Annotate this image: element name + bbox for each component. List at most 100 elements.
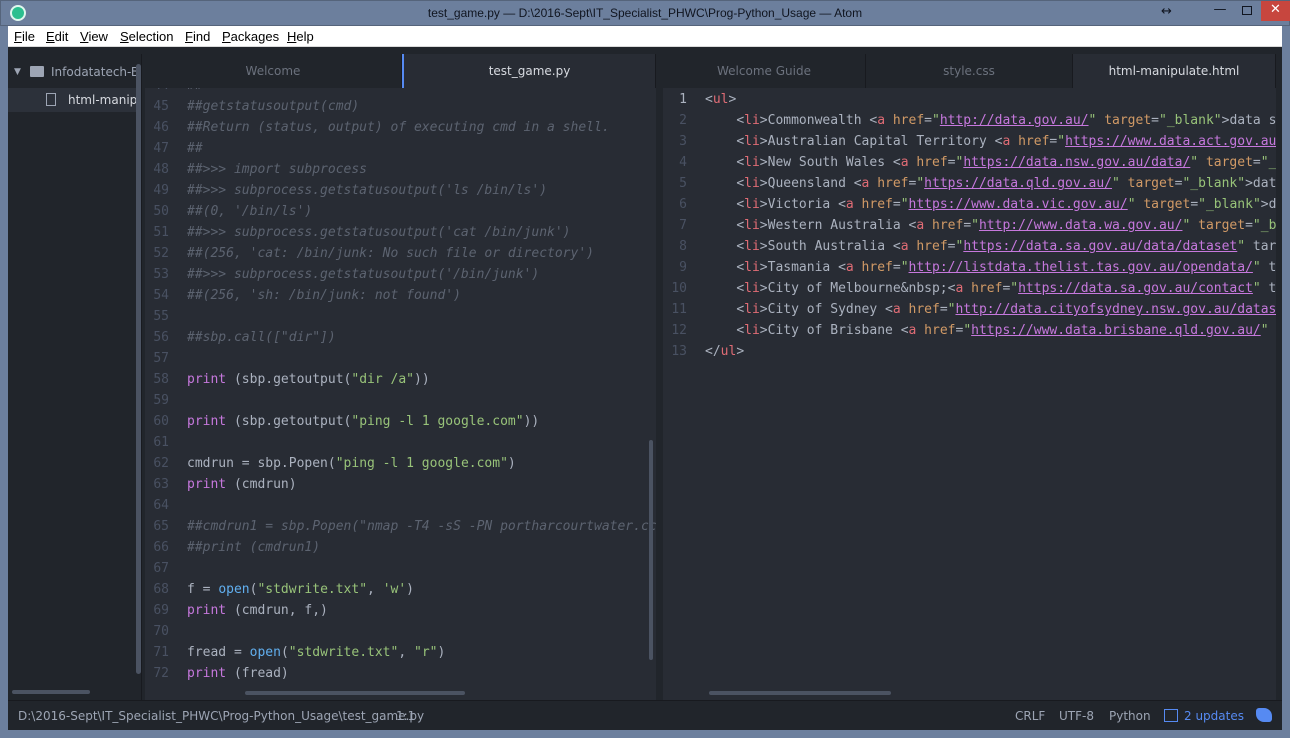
python-code-line[interactable]: 58 print (sbp.getoutput("dir /a"))	[145, 369, 429, 390]
python-code-line[interactable]: 59	[145, 390, 187, 411]
html-code-line[interactable]: 3 <li>Australian Capital Territory <a hr…	[663, 131, 1276, 152]
chevron-down-icon[interactable]: ▼	[14, 60, 21, 84]
line-ending[interactable]: CRLF	[1015, 709, 1045, 723]
menu-selection[interactable]: Selection	[120, 29, 173, 44]
python-code-line[interactable]: 62 cmdrun = sbp.Popen("ping -l 1 google.c…	[145, 453, 515, 474]
tab-welcome-guide[interactable]: Welcome Guide	[663, 54, 866, 88]
title-bar: test_game.py — D:\2016-Sept\IT_Specialis…	[0, 0, 1290, 26]
minimize-button[interactable]: —	[1207, 1, 1233, 21]
html-code-editor[interactable]: 1 <ul> 2 <li>Commonwealth <a href="http://…	[663, 88, 1276, 700]
line-number: 56	[153, 330, 169, 345]
python-code-line[interactable]: 53 ##>>> subprocess.getstatusoutput('/bin…	[145, 264, 539, 285]
tab-style-css[interactable]: style.css	[866, 54, 1073, 88]
python-code-line[interactable]: 44 ##	[145, 88, 202, 96]
package-updates-icon[interactable]	[1164, 709, 1178, 722]
python-code-line[interactable]: 72 print (fread)	[145, 663, 289, 684]
line-number: 4	[679, 155, 687, 170]
html-code-line[interactable]: 7 <li>Western Australia <a href="http://…	[663, 215, 1276, 236]
python-code-line[interactable]: 67	[145, 558, 187, 579]
code-text: print (cmdrun)	[187, 477, 297, 492]
python-code-line[interactable]: 57	[145, 348, 187, 369]
line-number: 67	[153, 561, 169, 576]
menu-packages[interactable]: Packages	[222, 29, 279, 44]
tab-test-game-py[interactable]: test_game.py	[402, 54, 656, 88]
code-text: f = open("stdwrite.txt", 'w')	[187, 582, 414, 597]
python-code-line[interactable]: 65 ##cmdrun1 = sbp.Popen("nmap -T4 -sS -P…	[145, 516, 656, 537]
html-code-line[interactable]: 8 <li>South Australia <a href="https://d…	[663, 236, 1276, 257]
python-code-line[interactable]: 49 ##>>> subprocess.getstatusoutput('ls /…	[145, 180, 547, 201]
html-code-line[interactable]: 4 <li>New South Wales <a href="https://d…	[663, 152, 1276, 173]
python-code-line[interactable]: 71 fread = open("stdwrite.txt", "r")	[145, 642, 445, 663]
python-code-line[interactable]: 69 print (cmdrun, f,)	[145, 600, 328, 621]
grammar[interactable]: Python	[1109, 709, 1151, 723]
tree-scrollbar-horizontal[interactable]	[12, 690, 90, 694]
menu-file[interactable]: File	[14, 29, 35, 44]
tree-file-item[interactable]: html-manipulate.html	[8, 88, 141, 112]
html-code-line[interactable]: 12 <li>City of Brisbane <a href="https:/…	[663, 320, 1276, 341]
html-code-line[interactable]: 5 <li>Queensland <a href="https://data.q…	[663, 173, 1276, 194]
html-code-line[interactable]: 10 <li>City of Melbourne&nbsp;<a href="h…	[663, 278, 1276, 299]
python-code-line[interactable]: 54 ##(256, 'sh: /bin/junk: not found')	[145, 285, 461, 306]
tab-welcome[interactable]: Welcome	[145, 54, 402, 88]
line-number: 53	[153, 267, 169, 282]
code-text: <ul>	[705, 92, 737, 107]
html-code-line[interactable]: 1 <ul>	[663, 89, 736, 110]
menu-help[interactable]: Help	[287, 29, 314, 44]
menu-find[interactable]: Find	[185, 29, 210, 44]
left-editor-scrollbar-vertical[interactable]	[649, 440, 653, 660]
file-encoding[interactable]: UTF-8	[1059, 709, 1094, 723]
cursor-position[interactable]: 1:1	[396, 709, 415, 723]
python-code-line[interactable]: 60 print (sbp.getoutput("ping -l 1 google…	[145, 411, 539, 432]
left-editor-scrollbar-horizontal[interactable]	[245, 691, 465, 695]
python-code-line[interactable]: 63 print (cmdrun)	[145, 474, 297, 495]
code-text: ##(256, 'cat: /bin/junk: No such file or…	[187, 246, 594, 261]
html-code-line[interactable]: 13 </ul>	[663, 341, 744, 362]
menu-view[interactable]: View	[80, 29, 108, 44]
html-code-line[interactable]: 11 <li>City of Sydney <a href="http://da…	[663, 299, 1276, 320]
project-folder[interactable]: ▼ Infodatatech-Blog	[8, 60, 141, 84]
python-code-editor[interactable]: 44 ## 45 ##getstatusoutput(cmd) 46 ##Return (…	[145, 88, 656, 700]
window-title: test_game.py — D:\2016-Sept\IT_Specialis…	[427, 6, 863, 20]
html-code-line[interactable]: 2 <li>Commonwealth <a href="http://data.…	[663, 110, 1276, 131]
python-code-line[interactable]: 70	[145, 621, 187, 642]
line-number: 72	[153, 666, 169, 681]
python-code-line[interactable]: 45 ##getstatusoutput(cmd)	[145, 96, 359, 117]
code-text: print (fread)	[187, 666, 289, 681]
python-code-line[interactable]: 66 ##print (cmdrun1)	[145, 537, 320, 558]
html-code-line[interactable]: 6 <li>Victoria <a href="https://www.data…	[663, 194, 1276, 215]
pane-divider[interactable]	[656, 54, 663, 700]
right-editor-scrollbar-horizontal[interactable]	[709, 691, 891, 695]
html-code-line[interactable]: 9 <li>Tasmania <a href="http://listdata.…	[663, 257, 1276, 278]
python-code-line[interactable]: 68 f = open("stdwrite.txt", 'w')	[145, 579, 414, 600]
code-text: <li>Australian Capital Territory <a href…	[736, 134, 1276, 149]
line-number: 59	[153, 393, 169, 408]
line-number: 55	[153, 309, 169, 324]
line-number: 62	[153, 456, 169, 471]
python-code-line[interactable]: 55	[145, 306, 187, 327]
code-text: <li>City of Sydney <a href="http://data.…	[736, 302, 1276, 317]
file-path[interactable]: D:\2016-Sept\IT_Specialist_PHWC\Prog-Pyt…	[18, 709, 424, 723]
code-text: print (cmdrun, f,)	[187, 603, 328, 618]
python-code-line[interactable]: 52 ##(256, 'cat: /bin/junk: No such file …	[145, 243, 594, 264]
code-text: ##sbp.call(["dir"])	[187, 330, 336, 345]
menu-edit[interactable]: Edit	[46, 29, 68, 44]
python-code-line[interactable]: 47 ##	[145, 138, 203, 159]
python-code-line[interactable]: 48 ##>>> import subprocess	[145, 159, 367, 180]
close-button[interactable]: ✕	[1261, 1, 1290, 21]
maximize-button[interactable]	[1234, 1, 1260, 21]
python-code-line[interactable]: 51 ##>>> subprocess.getstatusoutput('cat …	[145, 222, 570, 243]
tab-html-manipulate[interactable]: html-manipulate.html	[1073, 54, 1276, 88]
python-code-line[interactable]: 50 ##(0, '/bin/ls')	[145, 201, 312, 222]
python-code-line[interactable]: 64	[145, 495, 187, 516]
code-text: <li>New South Wales <a href="https://dat…	[736, 155, 1276, 170]
python-code-line[interactable]: 56 ##sbp.call(["dir"])	[145, 327, 336, 348]
updates-link[interactable]: 2 updates	[1184, 709, 1244, 723]
tree-scrollbar-vertical[interactable]	[136, 64, 141, 674]
window-frame-bottom	[0, 730, 1290, 738]
tree-file-name: html-manipulate.html	[68, 93, 141, 107]
squirrel-icon[interactable]	[1256, 708, 1272, 722]
python-code-line[interactable]: 46 ##Return (status, output) of executing…	[145, 117, 609, 138]
resize-arrows-icon: ↔	[1161, 4, 1172, 19]
code-text: ##	[187, 141, 203, 156]
python-code-line[interactable]: 61	[145, 432, 187, 453]
